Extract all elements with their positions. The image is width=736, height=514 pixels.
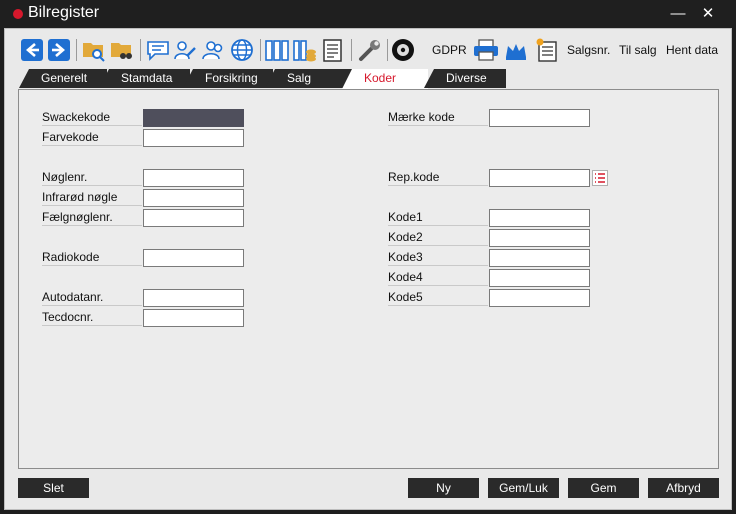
tab-stamdata[interactable]: Stamdata — [99, 69, 190, 88]
farvekode-label: Farvekode — [42, 129, 142, 146]
window-title: Bilregister — [28, 4, 100, 21]
tecdocnr-field[interactable] — [143, 309, 244, 327]
tecdocnr-label: Tecdocnr. — [42, 309, 142, 326]
gem-button[interactable]: Gem — [568, 478, 639, 498]
new-document-icon[interactable] — [535, 38, 559, 64]
kode4-label: Kode4 — [388, 269, 488, 286]
autodatanr-field[interactable] — [143, 289, 244, 307]
gdpr-button[interactable]: GDPR — [432, 43, 467, 57]
kode3-label: Kode3 — [388, 249, 488, 266]
tire-icon[interactable] — [391, 38, 415, 64]
user-edit-icon[interactable] — [173, 38, 197, 64]
tab-salg[interactable]: Salg — [265, 69, 353, 88]
kode3-field[interactable] — [489, 249, 590, 267]
document-list-icon[interactable] — [321, 38, 345, 64]
kode5-field[interactable] — [489, 289, 590, 307]
forward-arrow-icon[interactable] — [47, 38, 71, 64]
minimize-button[interactable]: — — [668, 4, 688, 24]
infrarod-nogle-label: Infrarød nøgle — [42, 189, 142, 206]
kode5-label: Kode5 — [388, 289, 488, 306]
autodatanr-label: Autodatanr. — [42, 289, 142, 306]
farvekode-field[interactable] — [143, 129, 244, 147]
kode1-field[interactable] — [489, 209, 590, 227]
folder-search-icon[interactable] — [82, 38, 106, 64]
toolbar-separator — [387, 39, 388, 61]
radiokode-label: Radiokode — [42, 249, 142, 266]
binders-icon[interactable] — [265, 38, 289, 64]
back-arrow-icon[interactable] — [20, 38, 44, 64]
close-button[interactable]: ✕ — [698, 4, 718, 24]
folder-binoculars-icon[interactable] — [110, 38, 134, 64]
koder-panel: Swackekode Farvekode Nøglenr. Infrarød n… — [18, 89, 719, 469]
kode2-label: Kode2 — [388, 229, 488, 246]
crown-icon[interactable] — [504, 38, 528, 64]
printer-icon[interactable] — [473, 38, 499, 64]
toolbar: GDPR Salgsnr. Til salg Hent data — [5, 29, 731, 71]
users-icon[interactable] — [202, 38, 226, 64]
globe-icon[interactable] — [230, 38, 254, 64]
tab-forsikring[interactable]: Forsikring — [183, 69, 273, 88]
kode1-label: Kode1 — [388, 209, 488, 226]
toolbar-separator — [351, 39, 352, 61]
tab-diverse[interactable]: Diverse — [424, 69, 506, 88]
ny-button[interactable]: Ny — [408, 478, 479, 498]
binders-coins-icon[interactable] — [293, 38, 317, 64]
speech-bubble-icon[interactable] — [146, 38, 170, 64]
title-bar: Bilregister — ✕ — [0, 0, 736, 28]
toolbar-separator — [260, 39, 261, 61]
toolbar-separator — [140, 39, 141, 61]
tab-koder[interactable]: Koder — [342, 69, 428, 89]
til-salg-button[interactable]: Til salg — [619, 43, 657, 57]
gem-luk-button[interactable]: Gem/Luk — [488, 478, 559, 498]
rep-kode-list-icon[interactable] — [592, 170, 608, 186]
maerke-kode-label: Mærke kode — [388, 109, 488, 126]
noglenr-label: Nøglenr. — [42, 169, 142, 186]
hent-data-button[interactable]: Hent data — [666, 43, 718, 57]
radiokode-field[interactable] — [143, 249, 244, 267]
main-window: GDPR Salgsnr. Til salg Hent data Generel… — [4, 28, 732, 510]
tab-generelt[interactable]: Generelt — [19, 69, 107, 88]
salgsnr-button[interactable]: Salgsnr. — [567, 43, 610, 57]
noglenr-field[interactable] — [143, 169, 244, 187]
swackekode-label: Swackekode — [42, 109, 142, 126]
faelgnoglenr-field[interactable] — [143, 209, 244, 227]
rep-kode-label: Rep.kode — [388, 169, 488, 186]
rep-kode-field[interactable] — [489, 169, 590, 187]
afbryd-button[interactable]: Afbryd — [648, 478, 719, 498]
app-icon — [13, 9, 23, 19]
maerke-kode-field[interactable] — [489, 109, 590, 127]
swackekode-field[interactable] — [143, 109, 244, 127]
faelgnoglenr-label: Fælgnøglenr. — [42, 209, 142, 226]
slet-button[interactable]: Slet — [18, 478, 89, 498]
toolbar-separator — [76, 39, 77, 61]
kode2-field[interactable] — [489, 229, 590, 247]
infrarod-nogle-field[interactable] — [143, 189, 244, 207]
wrench-icon[interactable] — [358, 38, 382, 64]
kode4-field[interactable] — [489, 269, 590, 287]
